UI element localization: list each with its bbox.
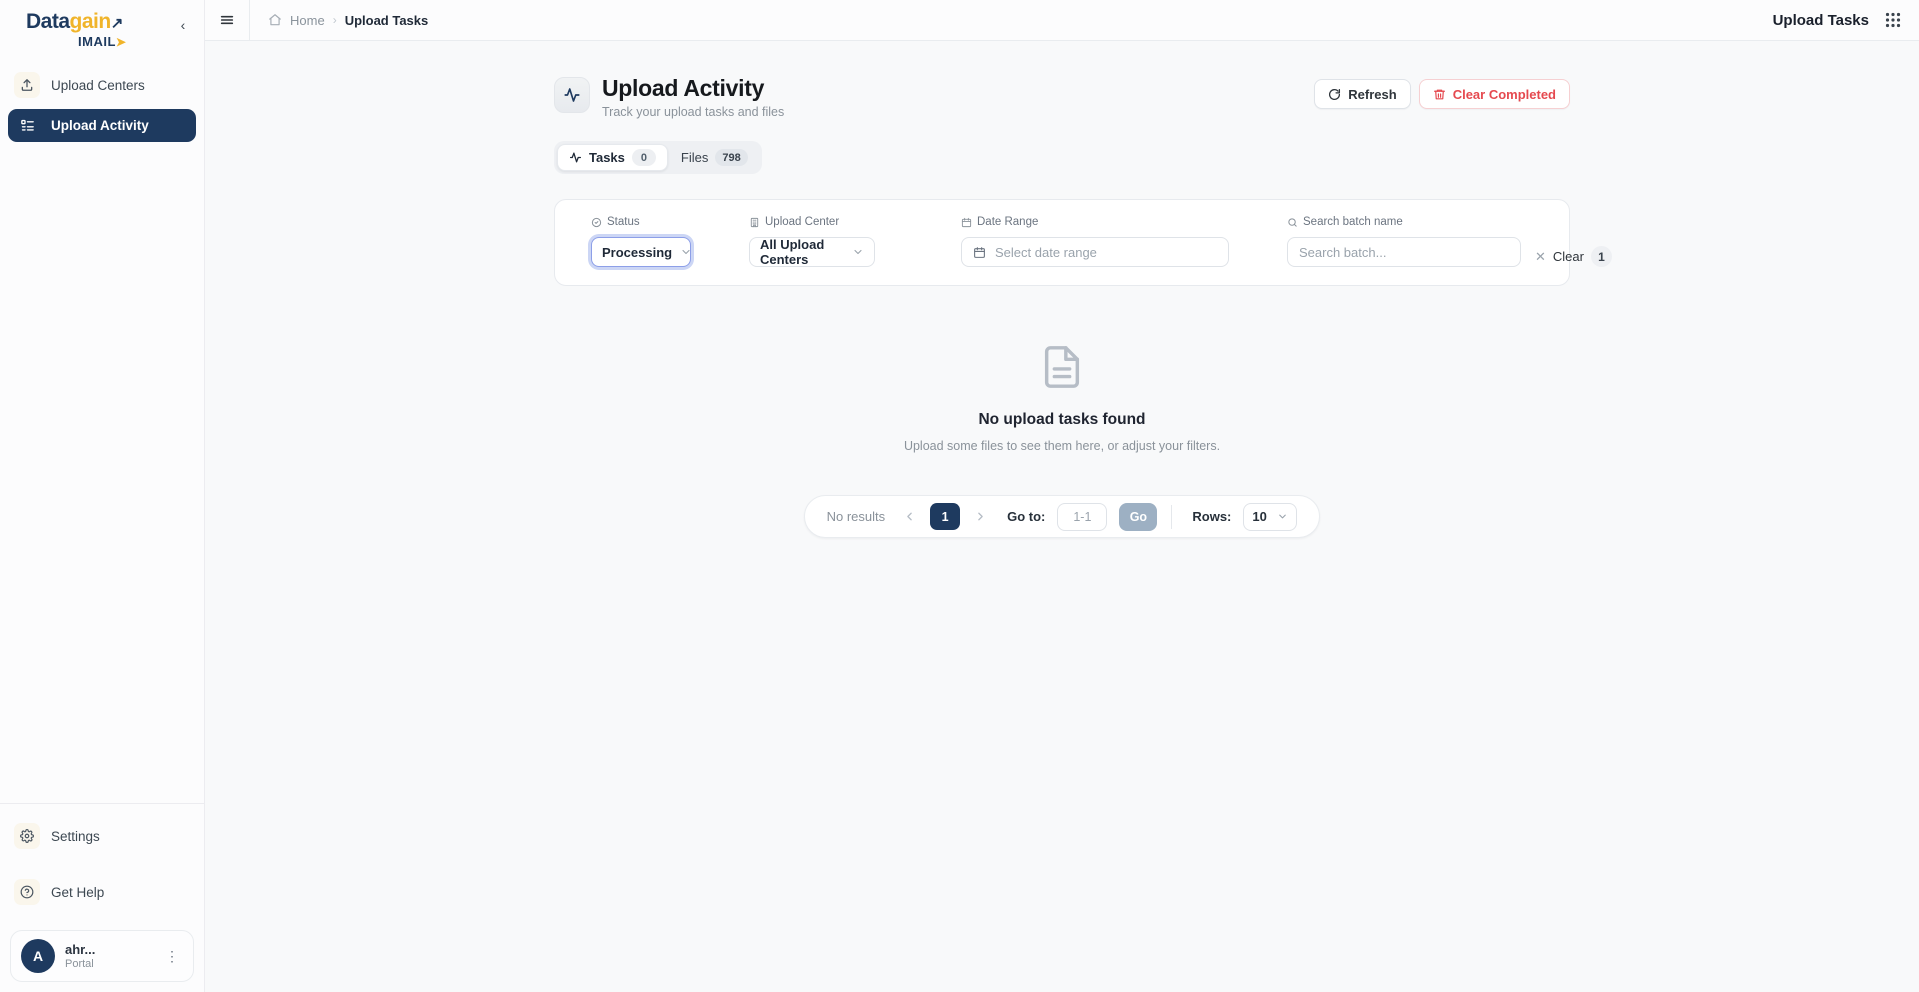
user-meta: ahr... Portal [65,942,151,971]
activity-icon [554,77,590,113]
date-range-input[interactable]: Select date range [961,237,1229,267]
search-icon [1287,217,1298,228]
avatar: A [21,939,55,973]
sidebar-item-upload-activity[interactable]: Upload Activity [8,109,196,142]
building-icon [749,217,760,228]
user-name: ahr... [65,942,151,957]
page-header-text: Upload Activity Track your upload tasks … [602,75,784,119]
rows-label: Rows: [1192,509,1231,524]
page-header: Upload Activity Track your upload tasks … [554,75,1570,119]
clear-completed-button[interactable]: Clear Completed [1419,79,1570,109]
gear-icon [14,823,40,849]
apps-grid-icon[interactable] [1885,12,1901,28]
brand-part-data: Data [26,10,70,33]
breadcrumb-home[interactable]: Home [290,13,325,28]
sidebar-item-label: Settings [51,829,100,844]
page-subtitle: Track your upload tasks and files [602,105,784,119]
go-button[interactable]: Go [1119,503,1157,531]
kebab-menu-icon[interactable]: ⋮ [161,946,183,967]
chevron-left-icon[interactable] [901,510,918,523]
filter-date-range: Date Range Select date range [961,216,1229,267]
pulse-icon [569,151,582,164]
tab-tasks[interactable]: Tasks 0 [557,144,668,171]
brand-wordmark: Datagain↗ [26,10,190,36]
rows-per-page-select[interactable]: 10 [1243,503,1297,531]
filter-status: Status Processing [591,216,691,267]
user-role: Portal [65,957,151,971]
tab-label: Files [681,150,708,165]
chevron-down-icon [1277,511,1288,522]
calendar-icon [961,217,972,228]
topbar: Home › Upload Tasks Upload Tasks [205,0,1919,41]
close-icon: ✕ [1535,249,1546,265]
sidebar-item-label: Get Help [51,885,104,900]
rocket-icon: ➤ [116,35,127,49]
breadcrumb-current: Upload Tasks [345,13,429,28]
pagination-bar: No results 1 Go to: Go Rows: 10 [804,495,1321,538]
sidebar-item-label: Upload Centers [51,78,145,93]
search-label: Search batch name [1287,216,1521,228]
page-title: Upload Activity [602,75,784,101]
tab-strip: Tasks 0 Files 798 [554,141,762,174]
sidebar-item-settings[interactable]: Settings [8,818,196,854]
upload-center-select[interactable]: All Upload Centers [749,237,875,267]
document-icon [1039,344,1085,390]
upload-center-label: Upload Center [749,216,875,228]
tab-files[interactable]: Files 798 [670,144,759,171]
filter-card: Status Processing Upload Center [554,199,1570,286]
date-range-placeholder: Select date range [995,245,1097,260]
home-icon [268,13,282,27]
tab-label: Tasks [589,150,625,165]
upload-icon [14,72,40,98]
results-status: No results [827,509,886,524]
filter-upload-center: Upload Center All Upload Centers [749,216,875,267]
user-card[interactable]: A ahr... Portal ⋮ [10,930,194,982]
status-select[interactable]: Processing [591,237,691,267]
tasks-count-badge: 0 [632,149,656,166]
active-filters-badge: 1 [1591,246,1612,267]
breadcrumb-separator: › [333,13,337,27]
empty-state: No upload tasks found Upload some files … [554,344,1570,453]
refresh-icon [1328,88,1341,101]
app-title: Upload Tasks [1773,12,1869,29]
chevron-right-icon[interactable] [972,510,989,523]
hamburger-menu-icon[interactable] [205,0,250,40]
sidebar: Datagain↗ IMAIL➤ ‹ Upload Centers Upload… [0,0,205,992]
sidebar-item-get-help[interactable]: Get Help [8,874,196,910]
filter-search: Search batch name [1287,216,1521,267]
divider [1171,505,1172,529]
sidebar-nav: Upload Centers Upload Activity [0,55,204,142]
sidebar-item-upload-centers[interactable]: Upload Centers [8,67,196,103]
header-actions: Refresh Clear Completed [1314,75,1570,109]
empty-state-subtitle: Upload some files to see them here, or a… [554,439,1570,453]
refresh-button[interactable]: Refresh [1314,79,1410,109]
clear-filters-button[interactable]: ✕ Clear 1 [1535,246,1612,267]
goto-page-input[interactable] [1057,503,1107,531]
help-circle-icon [14,879,40,905]
brand-part-gain: gain [70,10,111,33]
chevron-down-icon [852,246,864,258]
sidebar-item-label: Upload Activity [51,118,149,133]
search-batch-input[interactable] [1287,237,1521,267]
date-range-label: Date Range [961,216,1229,228]
trash-icon [1433,88,1446,101]
empty-state-title: No upload tasks found [554,411,1570,429]
logo: Datagain↗ IMAIL➤ ‹ [0,0,204,55]
status-circle-icon [591,217,602,228]
topbar-right: Upload Tasks [1773,12,1919,29]
sidebar-footer: Settings Get Help A ahr... Portal ⋮ [0,803,204,982]
task-list-icon [14,113,40,139]
product-name: IMAIL➤ [78,34,190,49]
chevron-down-icon [680,246,692,258]
goto-label: Go to: [1007,509,1045,524]
main-content: Upload Activity Track your upload tasks … [205,41,1919,992]
breadcrumb: Home › Upload Tasks [250,13,1773,28]
brand-arrow-icon: ↗ [111,15,123,32]
files-count-badge: 798 [715,149,747,166]
status-label: Status [591,216,691,228]
page-number-button[interactable]: 1 [930,503,960,530]
sidebar-collapse-icon[interactable]: ‹ [174,16,192,34]
calendar-icon [973,246,986,259]
